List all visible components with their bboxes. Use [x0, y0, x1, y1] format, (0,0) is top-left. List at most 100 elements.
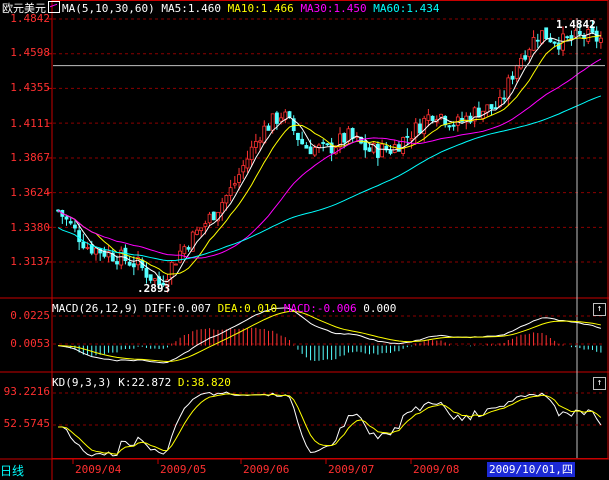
candle-body [535, 39, 540, 42]
candle-body [514, 65, 519, 79]
candle-body [279, 117, 284, 122]
candle-body [199, 227, 204, 232]
candle-body [312, 147, 317, 156]
macd-title-bar: MACD(26,12,9) DIFF:0.007 DEA:0.010 MACD:… [52, 302, 396, 315]
price-tick: 1.3624 [10, 186, 50, 199]
candle-body [565, 36, 570, 39]
candle-body [266, 125, 271, 131]
candle-body [241, 165, 246, 173]
macd-tick: 0.0225 [10, 309, 50, 322]
candle-body [552, 41, 557, 44]
candle-body [502, 97, 507, 100]
kd-k-line [58, 391, 602, 457]
ma-indicator-label: MA(5,10,30,60) [62, 2, 155, 15]
main-title-bar: 欧元美元 MA(5,10,30,60) MA5:1.460 MA10:1.466 … [2, 1, 440, 15]
candle-body [203, 223, 208, 227]
candle-body [388, 149, 393, 154]
candle-body [325, 143, 330, 146]
kd-expand-button[interactable]: ↑ [593, 377, 606, 390]
macd-extra-value: 0.000 [363, 302, 397, 315]
candle-body [405, 136, 410, 138]
candle-body [300, 138, 305, 145]
candle-body [169, 261, 174, 279]
chart-canvas[interactable] [0, 0, 609, 480]
month-label: 2009/06 [243, 463, 290, 476]
candle-body [304, 145, 309, 149]
macd-diff-value: DIFF:0.007 [144, 302, 211, 315]
candle-body [245, 158, 250, 169]
candle-body [182, 246, 187, 255]
candle-body [296, 132, 300, 141]
candle-body [144, 267, 149, 278]
macd-tick: 0.0053 [10, 337, 50, 350]
candle-body [540, 30, 544, 44]
candle-body [64, 216, 69, 220]
candle-body [195, 229, 199, 235]
macd-indicator-label: MACD(26,12,9) [52, 302, 139, 315]
macd-expand-button[interactable]: ↑ [593, 303, 606, 316]
candle-body [451, 124, 456, 127]
kd-d-line [58, 393, 602, 455]
price-tick: 1.4355 [10, 81, 50, 94]
candle-body [258, 140, 262, 143]
candle-body [115, 261, 119, 265]
high-price-label: 1.4842 [556, 18, 596, 31]
low-price-label: .2893 [137, 282, 171, 295]
candle-body [586, 29, 591, 42]
kd-title-bar: KD(9,3,3) K:22.872 D:38.820 [52, 376, 231, 389]
candle-body [548, 37, 553, 43]
candle-body [73, 224, 77, 229]
candle-body [489, 104, 494, 110]
chart-window: 欧元美元 MA(5,10,30,60) MA5:1.460 MA10:1.466 … [0, 0, 609, 480]
ma60-line [57, 95, 602, 262]
ma30-value: MA30:1.450 [300, 2, 367, 15]
candle-body [476, 107, 481, 118]
candle-body [447, 125, 452, 128]
candle-body [270, 113, 275, 131]
candle-body [350, 128, 355, 139]
ma10-value: MA10:1.466 [227, 2, 294, 15]
candle-body [519, 57, 523, 69]
ma60-value: MA60:1.434 [373, 2, 440, 15]
month-label: 2009/08 [413, 463, 460, 476]
candle-body [253, 141, 258, 148]
candle-body [577, 31, 582, 35]
candle-body [418, 123, 422, 134]
macd-dea-value: DEA:0.010 [217, 302, 278, 315]
candle-body [430, 115, 435, 122]
candle-body [85, 247, 90, 249]
candle-body [506, 77, 511, 100]
candle-body [148, 274, 153, 281]
candle-body [228, 187, 233, 196]
period-selector[interactable]: 日线 [0, 463, 52, 480]
candle-body [375, 143, 380, 158]
candle-body [249, 146, 254, 161]
cursor-date-label: 2009/10/01,四 [487, 462, 575, 477]
price-tick: 1.4842 [10, 12, 50, 25]
candle-body [409, 138, 414, 141]
price-tick: 1.3380 [10, 221, 50, 234]
candle-body [211, 211, 216, 221]
candle-body [224, 195, 229, 204]
price-tick: 1.4598 [10, 46, 50, 59]
candle-body [77, 230, 82, 243]
candle-body [262, 125, 267, 144]
kd-tick: 52.5745 [3, 417, 50, 430]
candle-body [392, 144, 397, 153]
candle-body [598, 37, 603, 43]
candle-body [81, 241, 86, 249]
candle-body [308, 146, 313, 155]
ma5-line [57, 32, 601, 283]
kd-d-value: D:38.820 [177, 376, 231, 389]
candle-body [220, 202, 225, 214]
candle-body [186, 247, 191, 250]
candle-body [439, 113, 443, 118]
candle-body [178, 250, 183, 263]
ma10-line [57, 34, 602, 275]
price-tick: 1.3867 [10, 151, 50, 164]
candle-body [207, 213, 212, 224]
candle-body [443, 115, 448, 126]
candle-body [275, 112, 279, 124]
ma5-value: MA5:1.460 [161, 2, 221, 15]
macd-dea-line [58, 310, 601, 363]
